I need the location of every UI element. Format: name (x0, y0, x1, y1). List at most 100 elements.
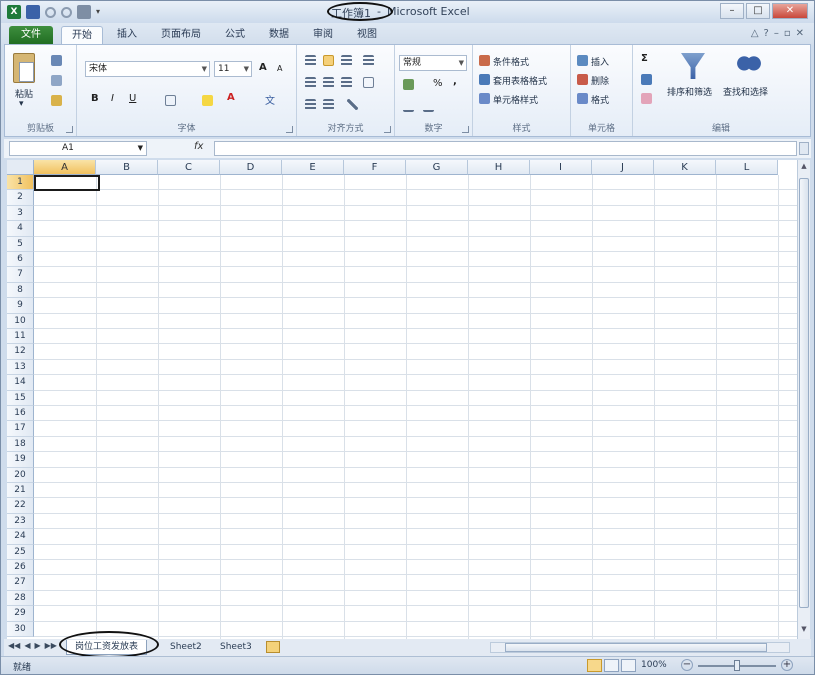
redo-icon[interactable] (61, 7, 72, 18)
close-button[interactable]: ✕ (772, 3, 808, 19)
decrease-decimal-icon[interactable] (423, 101, 434, 112)
wrap-text-icon[interactable] (363, 55, 374, 66)
name-box[interactable]: A1 ▼ (9, 141, 147, 156)
paste-dropdown-icon[interactable]: ▾ (19, 99, 24, 109)
column-header-g[interactable]: G (406, 160, 468, 175)
column-header-a[interactable]: A (34, 160, 96, 175)
window-close-icon[interactable]: ✕ (796, 28, 804, 39)
align-center-icon[interactable] (323, 77, 334, 88)
row-header-22[interactable]: 22 (7, 498, 34, 514)
maximize-button[interactable]: □ (746, 3, 770, 19)
copy-icon[interactable] (51, 75, 62, 86)
row-header-5[interactable]: 5 (7, 236, 34, 252)
increase-decimal-icon[interactable] (403, 101, 414, 112)
zoom-level[interactable]: 100% (641, 660, 667, 670)
insert-cells-button[interactable]: 插入 (591, 55, 609, 68)
number-format-combo[interactable]: 常规 ▼ (399, 55, 467, 71)
insert-function-icon[interactable]: fx (194, 141, 203, 152)
clear-icon[interactable] (641, 93, 652, 104)
row-header-4[interactable]: 4 (7, 221, 34, 237)
shrink-font-button[interactable]: A (277, 64, 282, 73)
row-header-14[interactable]: 14 (7, 375, 34, 391)
cell-styles-button[interactable]: 单元格样式 (493, 93, 538, 106)
delete-cells-button[interactable]: 删除 (591, 74, 609, 87)
scroll-down-icon[interactable]: ▼ (799, 625, 809, 637)
tab-home[interactable]: 开始 (61, 26, 103, 45)
minimize-button[interactable]: – (720, 3, 744, 19)
tab-data[interactable]: 数据 (259, 26, 299, 45)
select-all-corner[interactable] (7, 160, 34, 175)
fill-color-icon[interactable] (202, 95, 213, 106)
horizontal-scrollbar[interactable] (490, 642, 790, 653)
worksheet-grid[interactable]: A B C D E F G H I J K L 1 2 3 4 5 6 7 8 9 10 11 12 13 14 15 16 17 18 1… (7, 160, 797, 639)
row-header-3[interactable]: 3 (7, 205, 34, 222)
normal-view-icon[interactable] (587, 659, 602, 672)
zoom-in-button[interactable]: + (781, 659, 793, 671)
align-bottom-icon[interactable] (341, 55, 352, 66)
tab-page-layout[interactable]: 页面布局 (153, 26, 209, 45)
help-icon[interactable]: ? (764, 28, 769, 39)
sort-filter-button[interactable]: 排序和筛选 (667, 85, 712, 98)
prev-sheet-icon[interactable]: ◀ (24, 641, 30, 650)
font-name-combo[interactable]: 宋体 ▼ (85, 61, 210, 77)
row-header-1[interactable]: 1 (7, 175, 34, 191)
border-icon[interactable] (165, 95, 176, 106)
accounting-format-icon[interactable] (403, 79, 414, 90)
minimize-ribbon-icon[interactable]: △ (751, 28, 759, 39)
tab-formulas[interactable]: 公式 (215, 26, 255, 45)
insert-sheet-icon[interactable] (266, 641, 280, 653)
first-sheet-icon[interactable]: ◀◀ (8, 641, 20, 650)
clipboard-launcher-icon[interactable] (66, 126, 73, 133)
percent-button[interactable]: % (433, 78, 443, 89)
fill-icon[interactable] (641, 74, 652, 85)
undo-icon[interactable] (45, 7, 56, 18)
active-cell[interactable] (34, 175, 100, 191)
row-header-12[interactable]: 12 (7, 344, 34, 360)
format-painter-icon[interactable] (51, 95, 62, 106)
alignment-launcher-icon[interactable] (384, 126, 391, 133)
decrease-indent-icon[interactable] (305, 99, 316, 110)
align-top-icon[interactable] (305, 55, 316, 66)
paste-icon[interactable] (13, 53, 35, 83)
row-header-26[interactable]: 26 (7, 560, 34, 576)
save-icon[interactable] (26, 5, 40, 19)
column-header-d[interactable]: D (220, 160, 282, 175)
customize-qat-icon[interactable]: ▾ (96, 5, 110, 19)
next-sheet-icon[interactable]: ▶ (34, 641, 40, 650)
orientation-icon[interactable] (347, 99, 358, 110)
page-break-view-icon[interactable] (621, 659, 636, 672)
row-header-17[interactable]: 17 (7, 421, 34, 437)
autosum-button[interactable]: Σ (641, 53, 648, 64)
scroll-up-icon[interactable]: ▲ (799, 162, 809, 174)
row-header-8[interactable]: 8 (7, 282, 34, 299)
tab-review[interactable]: 审阅 (303, 26, 343, 45)
find-select-button[interactable]: 查找和选择 (723, 85, 768, 98)
row-header-30[interactable]: 30 (7, 621, 34, 637)
format-cells-button[interactable]: 格式 (591, 93, 609, 106)
align-right-icon[interactable] (341, 77, 352, 88)
column-header-k[interactable]: K (654, 160, 716, 175)
zoom-slider-thumb[interactable] (734, 660, 740, 671)
number-launcher-icon[interactable] (462, 126, 469, 133)
row-header-2[interactable]: 2 (7, 190, 34, 206)
row-header-9[interactable]: 9 (7, 298, 34, 314)
row-header-24[interactable]: 24 (7, 529, 34, 545)
row-header-25[interactable]: 25 (7, 544, 34, 560)
horizontal-scroll-thumb[interactable] (505, 643, 767, 652)
bold-button[interactable]: B (91, 93, 99, 104)
increase-indent-icon[interactable] (323, 99, 334, 110)
paste-label[interactable]: 粘贴 (15, 87, 33, 100)
row-header-29[interactable]: 29 (7, 606, 34, 622)
grow-font-button[interactable]: A (259, 62, 267, 73)
row-header-23[interactable]: 23 (7, 513, 34, 530)
font-size-combo[interactable]: 11 ▼ (214, 61, 252, 77)
window-restore-icon[interactable]: ▫ (784, 28, 791, 39)
column-header-l[interactable]: L (716, 160, 778, 175)
format-as-table-button[interactable]: 套用表格格式 (493, 74, 547, 87)
sheet-tab-3[interactable]: Sheet3 (212, 640, 260, 655)
row-header-15[interactable]: 15 (7, 390, 34, 406)
cut-icon[interactable] (51, 55, 62, 66)
tab-file[interactable]: 文件 (9, 26, 53, 45)
formula-input[interactable] (214, 141, 797, 156)
print-icon[interactable] (77, 5, 91, 19)
